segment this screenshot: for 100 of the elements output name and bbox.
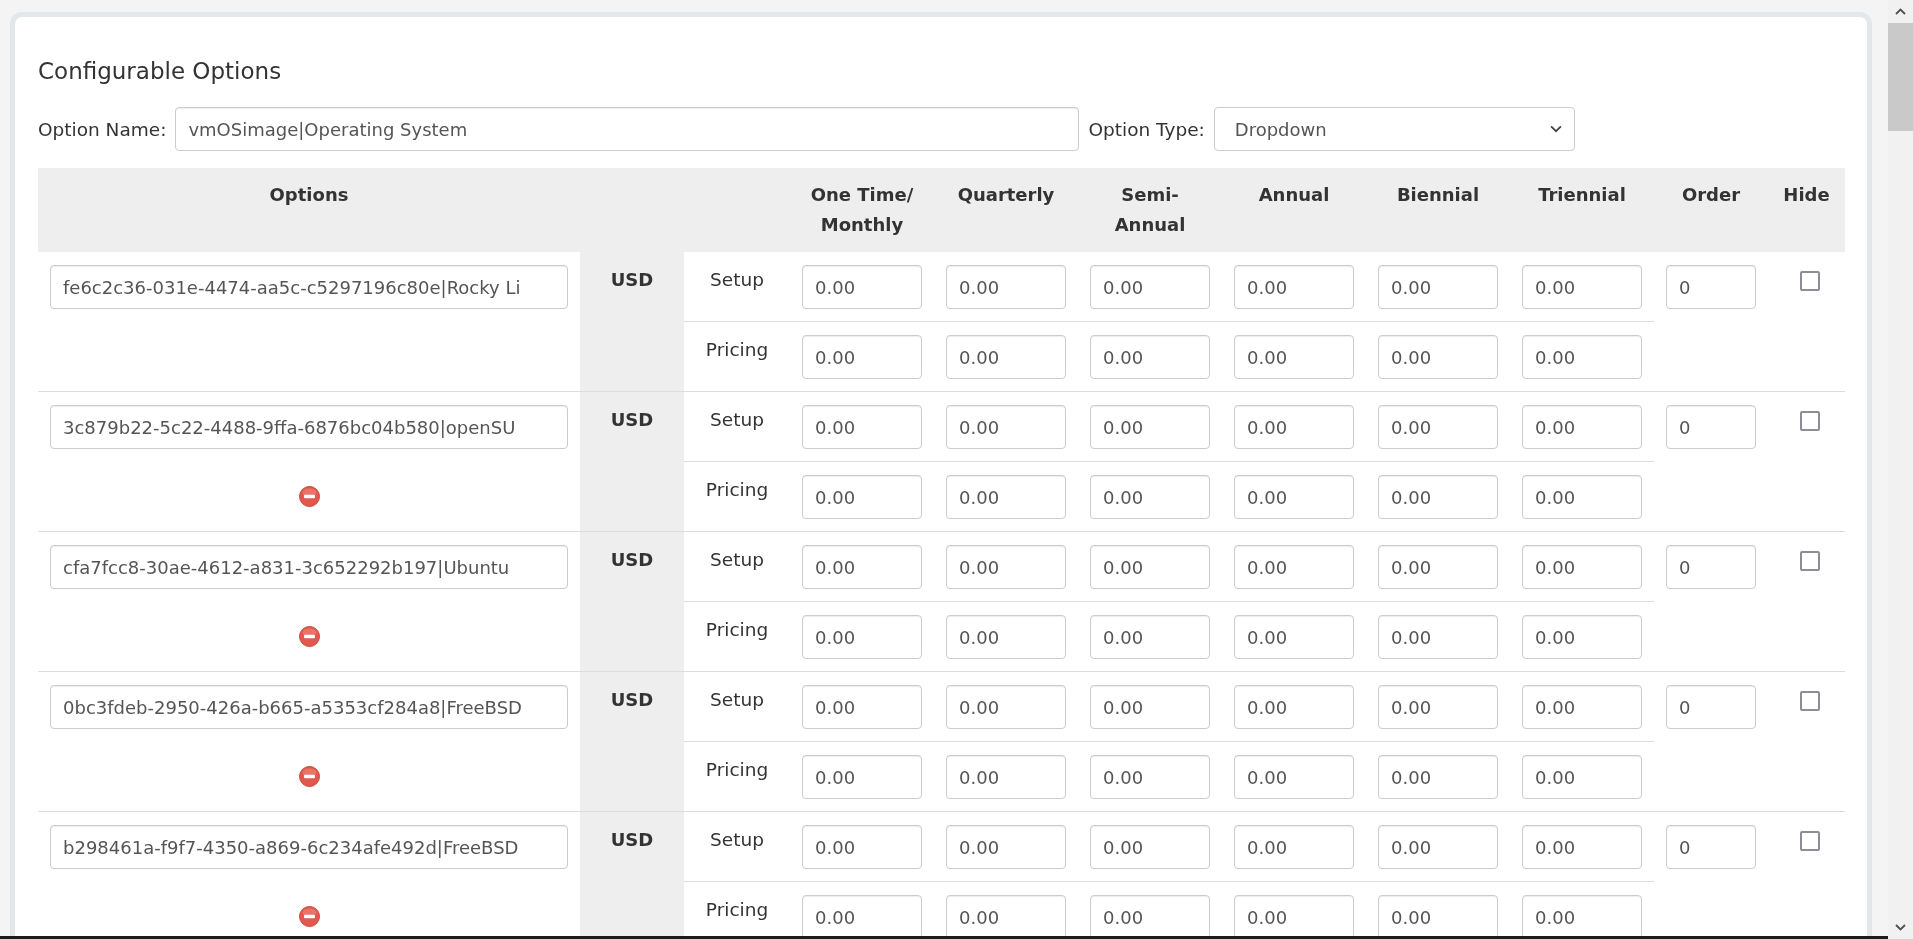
price-input[interactable]: 0.00 — [1378, 685, 1498, 729]
price-input[interactable]: 0.00 — [946, 755, 1066, 799]
price-input[interactable]: 0.00 — [946, 895, 1066, 936]
price-input[interactable]: 0.00 — [1522, 405, 1642, 449]
order-input[interactable]: 0 — [1666, 545, 1756, 589]
price-input[interactable]: 0.00 — [1090, 755, 1210, 799]
price-input[interactable]: 0.00 — [1234, 685, 1354, 729]
column-header: Biennial — [1396, 183, 1480, 207]
column-header: Options — [269, 183, 349, 207]
price-input[interactable]: 0.00 — [1090, 615, 1210, 659]
price-row-label: Setup — [710, 828, 764, 852]
price-input[interactable]: 0.00 — [1234, 825, 1354, 869]
price-input[interactable]: 0.00 — [802, 615, 922, 659]
option-type-select[interactable]: Dropdown — [1213, 107, 1575, 151]
price-row-label: Pricing — [705, 898, 769, 922]
price-row-label: Setup — [710, 268, 764, 292]
option-input[interactable]: cfa7fcc8-30ae-4612-a831-3c652292b197|Ubuntu — [50, 545, 568, 589]
price-input[interactable]: 0.00 — [1522, 825, 1642, 869]
scroll-up-icon[interactable] — [1895, 8, 1906, 15]
option-name-input[interactable]: vmOSimage|Operating System — [175, 107, 1080, 151]
column-header: Quarterly — [957, 183, 1055, 207]
price-input[interactable]: 0.00 — [946, 825, 1066, 869]
price-input[interactable]: 0.00 — [946, 615, 1066, 659]
remove-icon[interactable] — [298, 486, 320, 507]
price-input[interactable]: 0.00 — [802, 755, 922, 799]
price-input[interactable]: 0.00 — [802, 825, 922, 869]
price-input[interactable]: 0.00 — [1234, 545, 1354, 589]
field-label: Option Type: — [1088, 118, 1205, 140]
hide-checkbox[interactable] — [1800, 691, 1820, 711]
order-input[interactable]: 0 — [1666, 825, 1756, 869]
price-input[interactable]: 0.00 — [1234, 335, 1354, 379]
hide-checkbox[interactable] — [1800, 551, 1820, 571]
price-input[interactable]: 0.00 — [1522, 755, 1642, 799]
price-input[interactable]: 0.00 — [1378, 405, 1498, 449]
price-row-label: Setup — [710, 408, 764, 432]
price-input[interactable]: 0.00 — [1090, 265, 1210, 309]
price-input[interactable]: 0.00 — [946, 475, 1066, 519]
price-input[interactable]: 0.00 — [1234, 265, 1354, 309]
price-input[interactable]: 0.00 — [802, 335, 922, 379]
price-input[interactable]: 0.00 — [1522, 265, 1642, 309]
price-input[interactable]: 0.00 — [802, 545, 922, 589]
price-input[interactable]: 0.00 — [1522, 895, 1642, 936]
price-input[interactable]: 0.00 — [946, 265, 1066, 309]
price-input[interactable]: 0.00 — [946, 545, 1066, 589]
price-input[interactable]: 0.00 — [946, 685, 1066, 729]
price-row-label: Pricing — [705, 338, 769, 362]
price-input[interactable]: 0.00 — [1234, 615, 1354, 659]
order-input[interactable]: 0 — [1666, 685, 1756, 729]
currency-label: USD — [610, 408, 654, 432]
currency-label: USD — [610, 828, 654, 852]
price-input[interactable]: 0.00 — [1522, 685, 1642, 729]
price-input[interactable]: 0.00 — [1378, 335, 1498, 379]
column-header: One Time/ Monthly — [809, 183, 915, 237]
hide-checkbox[interactable] — [1800, 411, 1820, 431]
hide-checkbox[interactable] — [1800, 831, 1820, 851]
remove-icon[interactable] — [298, 766, 320, 787]
price-input[interactable]: 0.00 — [1522, 335, 1642, 379]
price-input[interactable]: 0.00 — [1234, 755, 1354, 799]
price-input[interactable]: 0.00 — [1090, 545, 1210, 589]
price-row-label: Setup — [710, 548, 764, 572]
option-input[interactable]: 0bc3fdeb-2950-426a-b665-a5353cf284a8|FreeBSD — [50, 685, 568, 729]
price-input[interactable]: 0.00 — [802, 265, 922, 309]
option-input[interactable]: fe6c2c36-031e-4474-aa5c-c5297196c80e|Rocky Li — [50, 265, 568, 309]
price-input[interactable]: 0.00 — [1522, 545, 1642, 589]
price-row-label: Pricing — [705, 478, 769, 502]
order-input[interactable]: 0 — [1666, 405, 1756, 449]
price-input[interactable]: 0.00 — [1378, 475, 1498, 519]
option-input[interactable]: 3c879b22-5c22-4488-9ffa-6876bc04b580|openSU — [50, 405, 568, 449]
hide-checkbox[interactable] — [1800, 271, 1820, 291]
price-input[interactable]: 0.00 — [802, 685, 922, 729]
price-input[interactable]: 0.00 — [1234, 405, 1354, 449]
price-input[interactable]: 0.00 — [1522, 615, 1642, 659]
price-input[interactable]: 0.00 — [1234, 475, 1354, 519]
price-input[interactable]: 0.00 — [802, 475, 922, 519]
option-input[interactable]: b298461a-f9f7-4350-a869-6c234afe492d|FreeBSD — [50, 825, 568, 869]
price-input[interactable]: 0.00 — [1090, 475, 1210, 519]
price-input[interactable]: 0.00 — [1522, 475, 1642, 519]
price-input[interactable]: 0.00 — [1090, 335, 1210, 379]
column-header: Triennial — [1538, 183, 1626, 207]
price-input[interactable]: 0.00 — [1378, 825, 1498, 869]
price-input[interactable]: 0.00 — [802, 895, 922, 936]
price-input[interactable]: 0.00 — [1378, 895, 1498, 936]
price-input[interactable]: 0.00 — [946, 335, 1066, 379]
order-input[interactable]: 0 — [1666, 265, 1756, 309]
remove-icon[interactable] — [298, 906, 320, 927]
remove-icon[interactable] — [298, 626, 320, 647]
price-input[interactable]: 0.00 — [1378, 265, 1498, 309]
scrollbar-thumb[interactable] — [1888, 23, 1913, 131]
price-input[interactable]: 0.00 — [1378, 615, 1498, 659]
price-input[interactable]: 0.00 — [802, 405, 922, 449]
price-input[interactable]: 0.00 — [1090, 405, 1210, 449]
column-header: Order — [1681, 183, 1741, 207]
price-input[interactable]: 0.00 — [1090, 895, 1210, 936]
price-input[interactable]: 0.00 — [1234, 895, 1354, 936]
scroll-down-icon[interactable] — [1895, 924, 1906, 931]
price-input[interactable]: 0.00 — [946, 405, 1066, 449]
price-input[interactable]: 0.00 — [1378, 545, 1498, 589]
price-input[interactable]: 0.00 — [1378, 755, 1498, 799]
price-input[interactable]: 0.00 — [1090, 685, 1210, 729]
price-input[interactable]: 0.00 — [1090, 825, 1210, 869]
